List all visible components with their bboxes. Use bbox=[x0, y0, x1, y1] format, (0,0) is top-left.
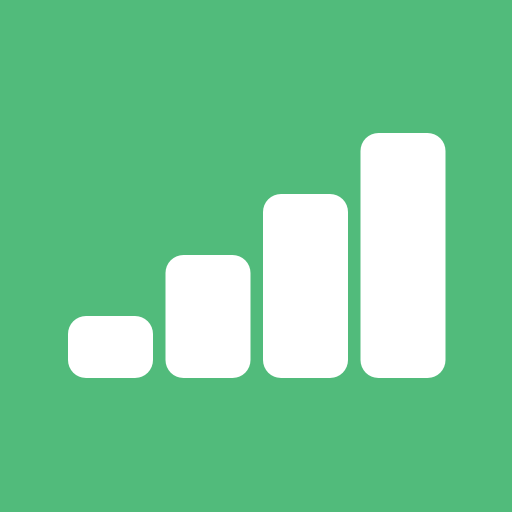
signal-bar-2 bbox=[165, 255, 251, 378]
signal-bar-1 bbox=[68, 316, 153, 378]
signal-bar-4 bbox=[360, 133, 446, 378]
signal-bar-3 bbox=[263, 194, 348, 378]
app-icon bbox=[0, 0, 512, 512]
signal-bars-icon bbox=[0, 0, 512, 512]
